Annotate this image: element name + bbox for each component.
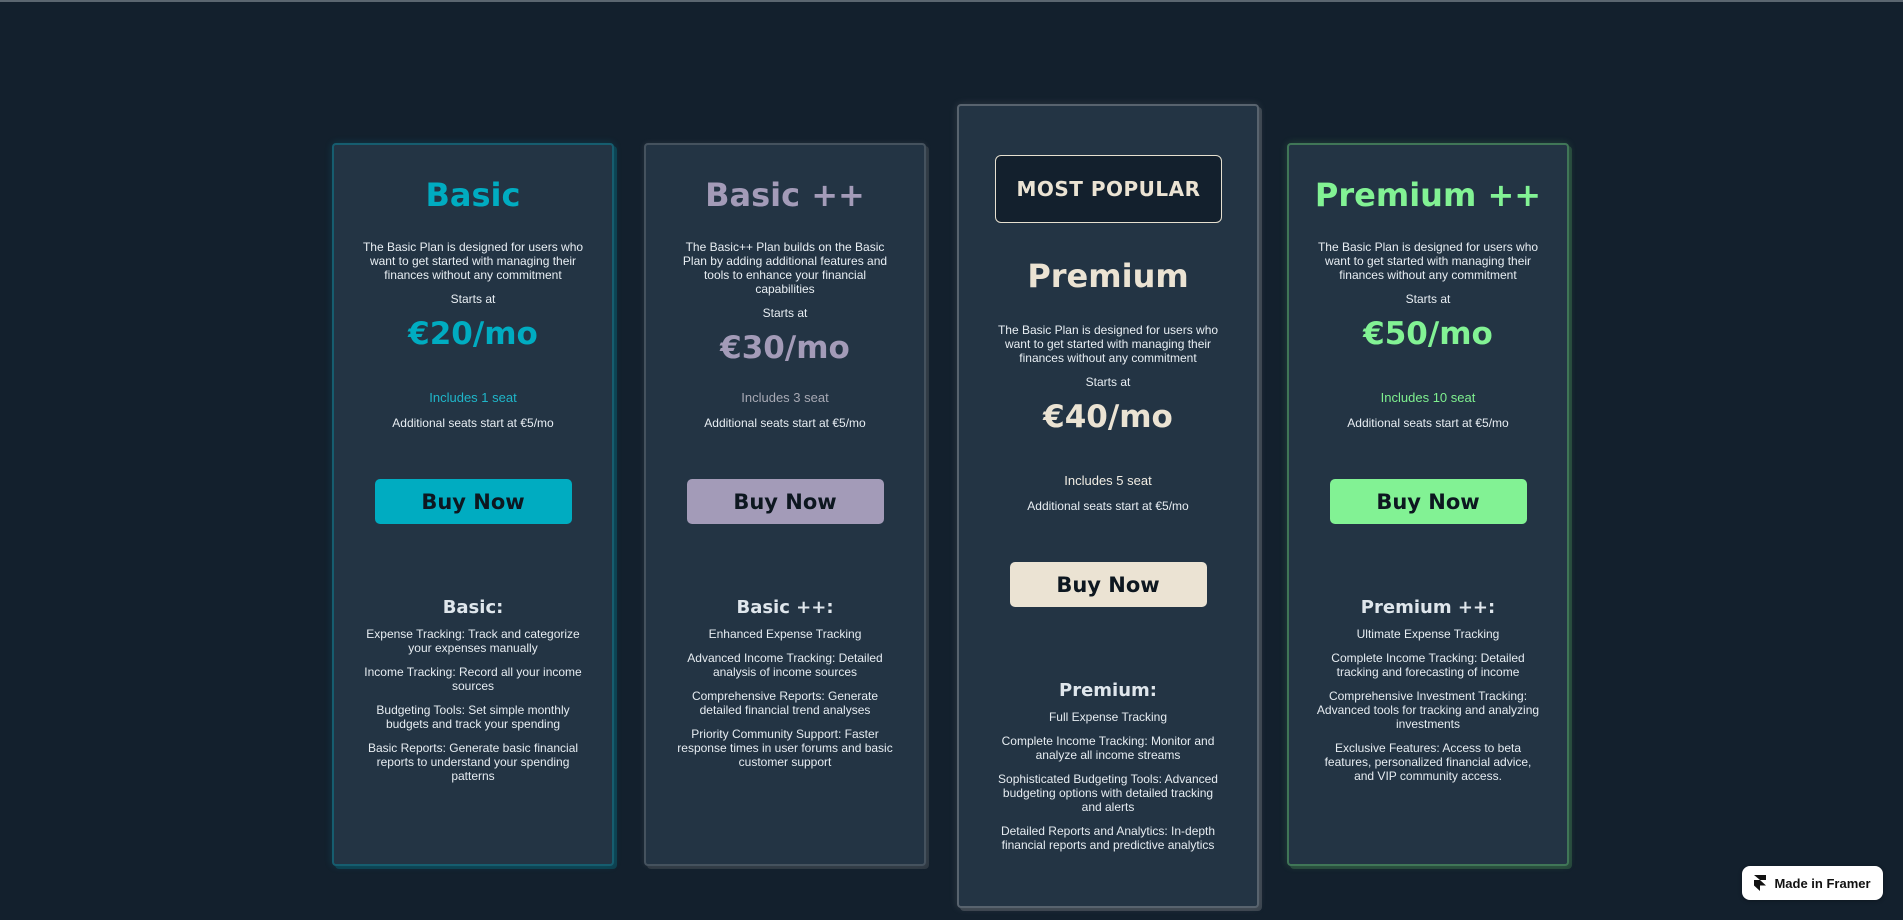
additional-seats-note: Additional seats start at €5/mo [1347, 416, 1509, 430]
top-border [0, 0, 1903, 2]
feature-item: Priority Community Support: Faster respo… [677, 727, 893, 769]
plan-price: €20/mo [408, 316, 538, 352]
most-popular-badge: MOST POPULAR [995, 155, 1222, 223]
features-list: Full Expense Tracking Complete Income Tr… [995, 710, 1221, 852]
plan-price: €50/mo [1363, 316, 1493, 352]
plan-description: The Basic Plan is designed for users who… [997, 323, 1219, 365]
feature-item: Sophisticated Budgeting Tools: Advanced … [998, 772, 1218, 814]
features-title: Basic: [442, 597, 504, 618]
features-title: Basic ++: [736, 597, 834, 618]
feature-item: Comprehensive Reports: Generate detailed… [691, 689, 879, 717]
buy-now-button[interactable]: Buy Now [1329, 479, 1527, 524]
plan-card-premium: MOST POPULAR Premium The Basic Plan is d… [957, 104, 1259, 908]
feature-item: Income Tracking: Record all your income … [364, 665, 582, 693]
plan-description: The Basic Plan is designed for users who… [362, 240, 584, 282]
plan-title: Basic [425, 176, 521, 214]
buy-now-button[interactable]: Buy Now [686, 479, 884, 524]
feature-item: Enhanced Expense Tracking [708, 627, 862, 641]
plan-card-premium-plus-plus: Premium ++ The Basic Plan is designed fo… [1287, 143, 1569, 866]
additional-seats-note: Additional seats start at €5/mo [704, 416, 866, 430]
feature-item: Ultimate Expense Tracking [1356, 627, 1500, 641]
feature-item: Exclusive Features: Access to beta featu… [1324, 741, 1532, 783]
framer-badge-label: Made in Framer [1774, 875, 1871, 891]
made-in-framer-badge[interactable]: Made in Framer [1742, 866, 1883, 900]
buy-now-button[interactable]: Buy Now [1009, 562, 1207, 607]
features-title: Premium: [1059, 680, 1157, 701]
additional-seats-note: Additional seats start at €5/mo [1027, 499, 1189, 513]
features-title: Premium ++: [1360, 597, 1496, 618]
feature-item: Complete Income Tracking: Monitor and an… [1001, 734, 1215, 762]
plan-title: Premium ++ [1314, 176, 1542, 214]
seats-included: Includes 3 seat [741, 390, 829, 405]
seats-included: Includes 1 seat [429, 390, 517, 405]
buy-now-button[interactable]: Buy Now [374, 479, 572, 524]
feature-item: Comprehensive Investment Tracking: Advan… [1316, 689, 1540, 731]
starts-at-label: Starts at [1085, 375, 1131, 389]
features-list: Ultimate Expense Tracking Complete Incom… [1315, 627, 1541, 783]
feature-item: Budgeting Tools: Set simple monthly budg… [376, 703, 570, 731]
starts-at-label: Starts at [450, 292, 496, 306]
framer-logo-icon [1754, 875, 1767, 891]
feature-item: Advanced Income Tracking: Detailed analy… [687, 651, 883, 679]
plan-description: The Basic Plan is designed for users who… [1317, 240, 1539, 282]
features-list: Expense Tracking: Track and categorize y… [360, 627, 586, 783]
plan-title: Basic ++ [705, 176, 865, 214]
plan-card-basic-plus-plus: Basic ++ The Basic++ Plan builds on the … [644, 143, 926, 866]
seats-included: Includes 5 seat [1064, 473, 1152, 488]
additional-seats-note: Additional seats start at €5/mo [392, 416, 554, 430]
features-list: Enhanced Expense Tracking Advanced Incom… [672, 627, 898, 769]
plan-price: €40/mo [1043, 399, 1173, 435]
plan-card-basic: Basic The Basic Plan is designed for use… [332, 143, 614, 866]
seats-included: Includes 10 seat [1380, 390, 1476, 405]
plan-price: €30/mo [720, 330, 850, 366]
feature-item: Expense Tracking: Track and categorize y… [366, 627, 580, 655]
starts-at-label: Starts at [1405, 292, 1451, 306]
feature-item: Basic Reports: Generate basic financial … [367, 741, 579, 783]
feature-item: Full Expense Tracking [1048, 710, 1168, 724]
starts-at-label: Starts at [762, 306, 808, 320]
plan-description: The Basic++ Plan builds on the Basic Pla… [682, 240, 888, 296]
feature-item: Detailed Reports and Analytics: In-depth… [1000, 824, 1216, 852]
plan-title: Premium [1027, 257, 1189, 295]
feature-item: Complete Income Tracking: Detailed track… [1331, 651, 1525, 679]
